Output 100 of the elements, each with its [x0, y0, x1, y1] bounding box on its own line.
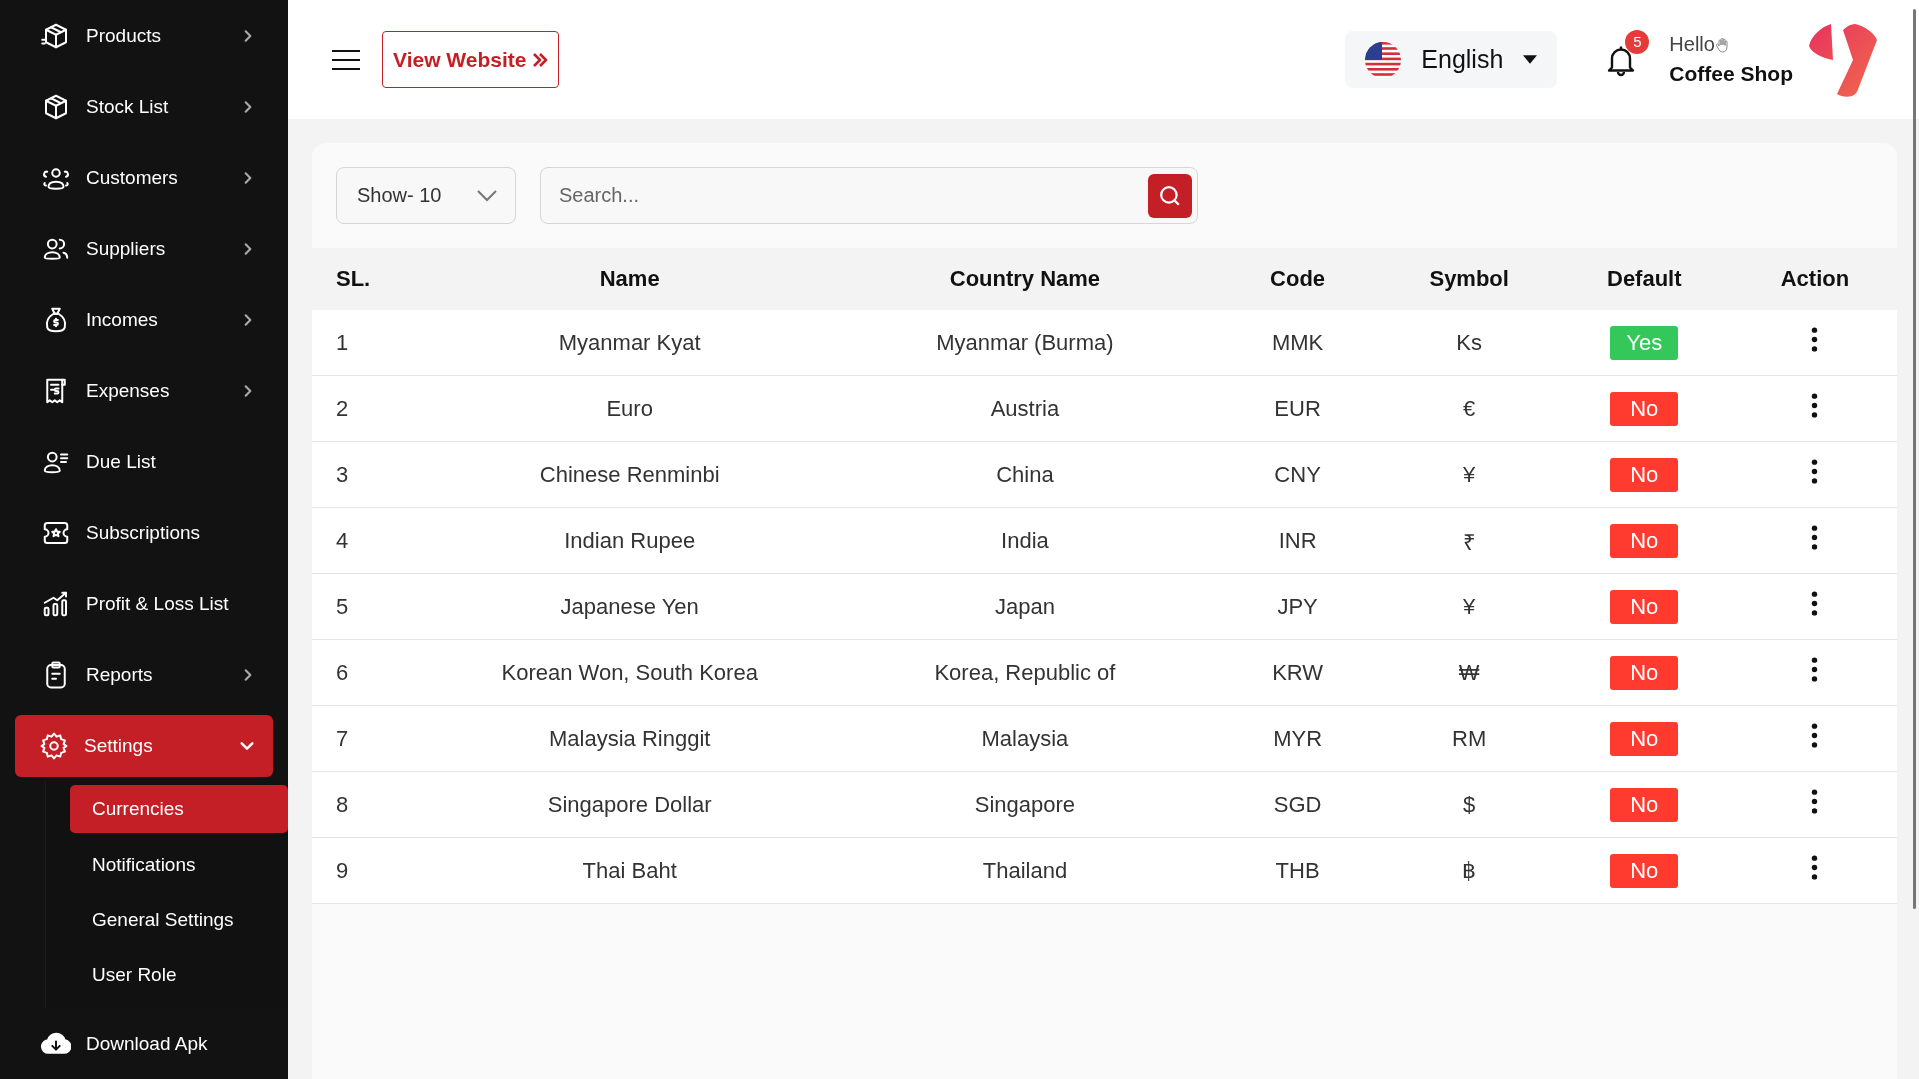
- caret-icon: [1523, 55, 1538, 64]
- more-options-icon[interactable]: [1811, 789, 1819, 814]
- submenu-item[interactable]: Notifications: [70, 837, 288, 892]
- table-cell: Singapore Dollar: [422, 771, 838, 838]
- notification-badge: 5: [1625, 29, 1650, 54]
- more-options-icon[interactable]: [1811, 591, 1819, 616]
- page-size-dropdown[interactable]: Show- 10: [336, 167, 516, 224]
- menu-icon[interactable]: [332, 48, 360, 71]
- table-cell: 4: [312, 507, 423, 574]
- sidebar-item[interactable]: Settings: [15, 715, 273, 777]
- table-cell: ¥: [1382, 573, 1556, 640]
- table-cell: MMK: [1212, 310, 1383, 376]
- status-badge: No: [1610, 391, 1679, 426]
- table-cell: ₹: [1382, 507, 1556, 574]
- more-options-icon[interactable]: [1811, 327, 1819, 352]
- table-cell: Japan: [837, 573, 1213, 640]
- more-options-icon[interactable]: [1811, 657, 1819, 682]
- settings-icon: [39, 731, 69, 761]
- sidebar-item[interactable]: Products: [15, 0, 273, 71]
- table-cell: Singapore: [837, 771, 1213, 838]
- table-cell: Thailand: [837, 837, 1213, 904]
- chevron-down-icon: [477, 189, 497, 202]
- status-badge: Yes: [1610, 325, 1679, 360]
- table-cell: SGD: [1212, 771, 1383, 838]
- table-cell: Indian Rupee: [422, 507, 838, 574]
- table-cell: ฿: [1382, 837, 1556, 904]
- table-cell: ₩: [1382, 639, 1556, 706]
- sidebar-item[interactable]: Profit & Loss List: [15, 568, 273, 639]
- logo-icon: [1809, 21, 1879, 98]
- submenu-item[interactable]: Currencies: [70, 785, 288, 833]
- hand-icon: [1714, 36, 1731, 53]
- table-cell: Malaysia: [837, 705, 1213, 772]
- table-cell: JPY: [1212, 573, 1383, 640]
- sidebar-item[interactable]: Incomes: [15, 284, 273, 355]
- table-cell: Ks: [1382, 310, 1556, 376]
- status-badge: No: [1610, 523, 1679, 558]
- table-cell: MYR: [1212, 705, 1383, 772]
- table-cell: EUR: [1212, 375, 1383, 442]
- status-badge: No: [1610, 589, 1679, 624]
- user-name: Coffee Shop: [1669, 62, 1793, 86]
- submenu-item[interactable]: General Settings: [70, 892, 288, 947]
- more-options-icon[interactable]: [1811, 525, 1819, 550]
- status-badge: No: [1610, 721, 1679, 756]
- view-website-button[interactable]: View Website: [382, 31, 560, 88]
- more-options-icon[interactable]: [1811, 723, 1819, 748]
- column-header: Action: [1732, 248, 1897, 310]
- table-cell: China: [837, 441, 1213, 508]
- table-cell: 8: [312, 771, 423, 838]
- sidebar-item[interactable]: Due List: [15, 426, 273, 497]
- table-cell: Korea, Republic of: [837, 639, 1213, 706]
- search-input[interactable]: Search...: [557, 183, 1148, 208]
- table-cell: THB: [1212, 837, 1383, 904]
- table-cell: Myanmar Kyat: [422, 310, 838, 376]
- table-cell: CNY: [1212, 441, 1383, 508]
- column-header: Symbol: [1382, 248, 1556, 310]
- sidebar-item[interactable]: Stock List: [15, 71, 273, 142]
- column-header: SL.: [312, 248, 423, 310]
- column-header: Name: [422, 248, 838, 310]
- table-cell: ¥: [1382, 441, 1556, 508]
- table-cell: KRW: [1212, 639, 1383, 706]
- table-cell: INR: [1212, 507, 1383, 574]
- table-cell: 3: [312, 441, 423, 508]
- greeting-text: Hello: [1669, 33, 1715, 56]
- sidebar-item[interactable]: Download Apk: [15, 1008, 273, 1079]
- table-cell: €: [1382, 375, 1556, 442]
- column-header: Code: [1212, 248, 1383, 310]
- status-badge: No: [1610, 787, 1679, 822]
- table-cell: $: [1382, 771, 1556, 838]
- double-chevron-icon: [532, 51, 549, 68]
- table-cell: 7: [312, 705, 423, 772]
- table-cell: RM: [1382, 705, 1556, 772]
- table-cell: Chinese Renminbi: [422, 441, 838, 508]
- table-cell: Japanese Yen: [422, 573, 838, 640]
- scrollbar[interactable]: [1913, 9, 1916, 909]
- table-cell: 6: [312, 639, 423, 706]
- table-cell: Myanmar (Burma): [837, 310, 1213, 376]
- search-button[interactable]: [1148, 173, 1192, 218]
- sidebar-item[interactable]: Customers: [15, 142, 273, 213]
- table-cell: Korean Won, South Korea: [422, 639, 838, 706]
- more-options-icon[interactable]: [1811, 393, 1819, 418]
- column-header: Country Name: [837, 248, 1213, 310]
- sidebar-item[interactable]: Subscriptions: [15, 497, 273, 568]
- flag-icon: [1365, 41, 1402, 78]
- column-header: Default: [1555, 248, 1733, 310]
- search-icon: [1159, 184, 1181, 207]
- sidebar-item[interactable]: Suppliers: [15, 213, 273, 284]
- language-dropdown[interactable]: English: [1345, 31, 1558, 88]
- status-badge: No: [1610, 853, 1679, 888]
- submenu-item[interactable]: User Role: [70, 947, 288, 1002]
- search-field[interactable]: Search...: [540, 167, 1198, 224]
- status-badge: No: [1610, 457, 1679, 492]
- table-cell: Malaysia Ringgit: [422, 705, 838, 772]
- more-options-icon[interactable]: [1811, 855, 1819, 880]
- table-cell: Austria: [837, 375, 1213, 442]
- sidebar-item[interactable]: Reports: [15, 639, 273, 710]
- sidebar-item[interactable]: Expenses: [15, 355, 273, 426]
- table-cell: India: [837, 507, 1213, 574]
- more-options-icon[interactable]: [1811, 459, 1819, 484]
- table-cell: 9: [312, 837, 423, 904]
- table-cell: Thai Baht: [422, 837, 838, 904]
